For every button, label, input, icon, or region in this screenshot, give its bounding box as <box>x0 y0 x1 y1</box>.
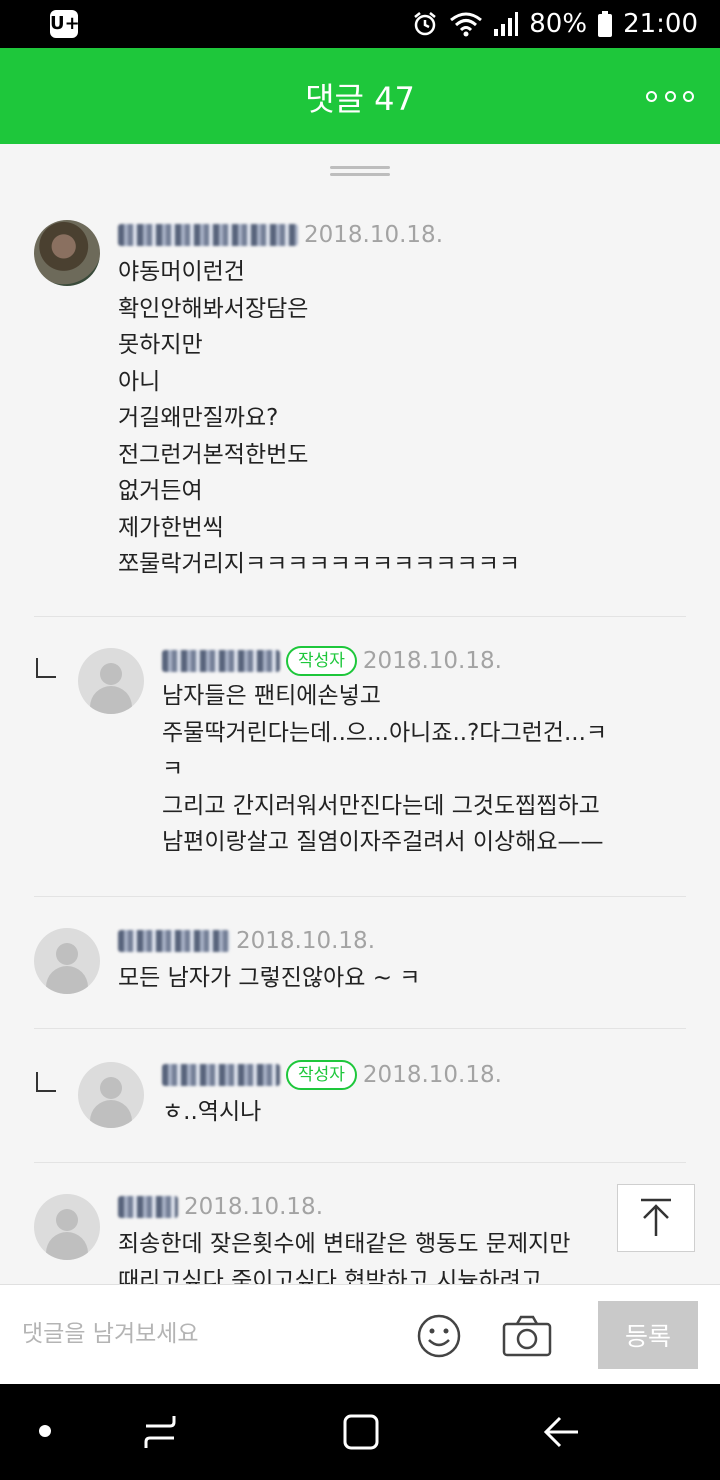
comment-text: 죄송한데 잦은횟수에 변태같은 행동도 문제지만 때리고싶다 죽이고싶다 협박하… <box>118 1231 571 1284</box>
avatar[interactable] <box>34 928 100 994</box>
comment-meta: 2018.10.18. <box>118 1190 323 1224</box>
author-name-blurred[interactable] <box>162 1064 280 1086</box>
header: 댓글 47 <box>0 48 720 144</box>
comment-meta: 작성자 2018.10.18. <box>162 1058 502 1092</box>
comment-date: 2018.10.18. <box>362 1062 502 1088</box>
comment-meta: 2018.10.18. <box>118 218 443 252</box>
system-nav-bar <box>0 1384 720 1480</box>
comment-input[interactable] <box>22 1309 392 1359</box>
divider <box>34 1162 686 1163</box>
author-badge: 작성자 <box>286 1060 357 1090</box>
app-notification-icon: U+ <box>50 10 80 38</box>
author-name-blurred[interactable] <box>118 930 230 952</box>
avatar[interactable] <box>78 1062 144 1128</box>
author-name-blurred[interactable] <box>118 1196 178 1218</box>
avatar[interactable] <box>34 1194 100 1260</box>
comment-meta: 작성자 2018.10.18. <box>162 644 502 678</box>
reply-arrow-icon <box>36 1072 56 1092</box>
status-indicators: 80% 21:00 <box>411 8 698 40</box>
page-title: 댓글 47 <box>305 80 415 118</box>
clock: 21:00 <box>623 9 698 39</box>
wifi-icon <box>450 12 483 37</box>
dot-indicator-icon <box>39 1425 51 1437</box>
home-icon[interactable] <box>341 1412 381 1452</box>
alarm-icon <box>414 12 437 36</box>
status-bar: U+ 80% 21:00 <box>0 0 720 48</box>
more-dots-icon[interactable] <box>646 78 694 114</box>
camera-icon[interactable] <box>502 1315 552 1357</box>
comment-input-bar: 등록 <box>0 1284 720 1384</box>
reply-arrow-icon <box>36 658 56 678</box>
comment-text: 남자들은 팬티에손넣고 주물딱거린다는데..으...아니죠..?다그런건...ㅋ… <box>162 683 608 855</box>
battery-icon <box>598 11 613 37</box>
divider <box>34 896 686 897</box>
comment-date: 2018.10.18. <box>184 1194 323 1220</box>
comment-item: 2018.10.18. 죄송한데 잦은횟수에 변태같은 행동도 문제지만 때리고… <box>0 1188 720 1284</box>
avatar[interactable] <box>78 648 144 714</box>
comment-date: 2018.10.18. <box>304 222 443 248</box>
author-name-blurred[interactable] <box>162 650 280 672</box>
comment-text: 모든 남자가 그렇진않아요 ~ ㅋ <box>118 965 421 991</box>
arrow-up-to-top-icon <box>641 1198 671 1236</box>
scroll-top-button[interactable] <box>617 1184 695 1252</box>
comment-meta: 2018.10.18. <box>118 924 375 958</box>
comment-date: 2018.10.18. <box>362 648 502 674</box>
avatar[interactable] <box>34 220 100 286</box>
author-name-blurred[interactable] <box>118 224 298 246</box>
back-icon[interactable] <box>542 1412 582 1452</box>
divider <box>34 1028 686 1029</box>
comment-date: 2018.10.18. <box>236 928 375 954</box>
submit-button[interactable]: 등록 <box>598 1301 698 1369</box>
smiley-icon[interactable] <box>416 1313 462 1359</box>
drag-handle[interactable] <box>330 166 390 176</box>
author-badge: 작성자 <box>286 646 357 676</box>
battery-percent: 80% <box>529 9 588 39</box>
recent-apps-icon[interactable] <box>140 1412 180 1452</box>
comment-text: ㅎ..역시나 <box>162 1099 262 1125</box>
comment-text: 야동머이런건 확인안해봐서장담은 못하지만 아니 거길왜만질까요? 전그런거본적… <box>118 259 521 577</box>
divider <box>34 616 686 617</box>
signal-icon <box>494 12 519 36</box>
